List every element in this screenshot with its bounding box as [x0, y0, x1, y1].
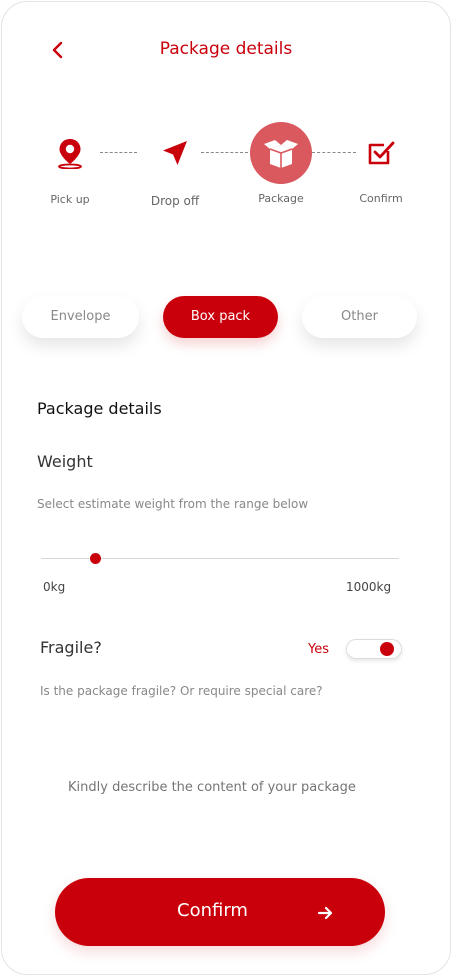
- weight-min-label: 0kg: [43, 580, 66, 594]
- weight-description: Select estimate weight from the range be…: [37, 497, 309, 511]
- step-confirm[interactable]: Confirm: [331, 122, 431, 205]
- package-type-envelope[interactable]: Envelope: [22, 296, 139, 338]
- package-content-input[interactable]: [68, 780, 368, 795]
- step-package[interactable]: Package: [231, 122, 331, 205]
- step-label: Drop off: [150, 194, 200, 208]
- weight-slider[interactable]: [41, 549, 399, 569]
- fragile-label: Fragile?: [40, 638, 102, 657]
- weight-max-label: 1000kg: [346, 580, 392, 594]
- step-pick-up[interactable]: Pick up: [20, 122, 120, 206]
- fragile-value: Yes: [308, 642, 329, 657]
- navigation-arrow-icon: [163, 141, 187, 165]
- open-box-icon: [264, 140, 298, 168]
- confirm-button[interactable]: Confirm: [55, 878, 385, 946]
- fragile-description: Is the package fragile? Or require speci…: [40, 684, 323, 698]
- step-label: Confirm: [359, 192, 403, 205]
- checkbox-icon: [368, 141, 395, 165]
- fragile-toggle[interactable]: [346, 639, 402, 659]
- active-step-indicator: [250, 122, 312, 184]
- step-drop-off[interactable]: Drop off: [125, 122, 225, 208]
- app-screen: Package details Pick up Drop off Package…: [1, 1, 451, 975]
- location-pin-icon: [58, 139, 82, 169]
- step-label: Pick up: [50, 193, 90, 206]
- weight-label: Weight: [37, 452, 93, 471]
- page-title: Package details: [159, 39, 293, 59]
- slider-handle[interactable]: [89, 553, 101, 564]
- step-label: Package: [258, 192, 304, 205]
- package-type-box-pack[interactable]: Box pack: [163, 296, 278, 338]
- toggle-knob: [380, 642, 394, 656]
- package-type-other[interactable]: Other: [302, 296, 417, 338]
- section-title: Package details: [37, 399, 162, 418]
- arrow-right-icon: [317, 906, 333, 920]
